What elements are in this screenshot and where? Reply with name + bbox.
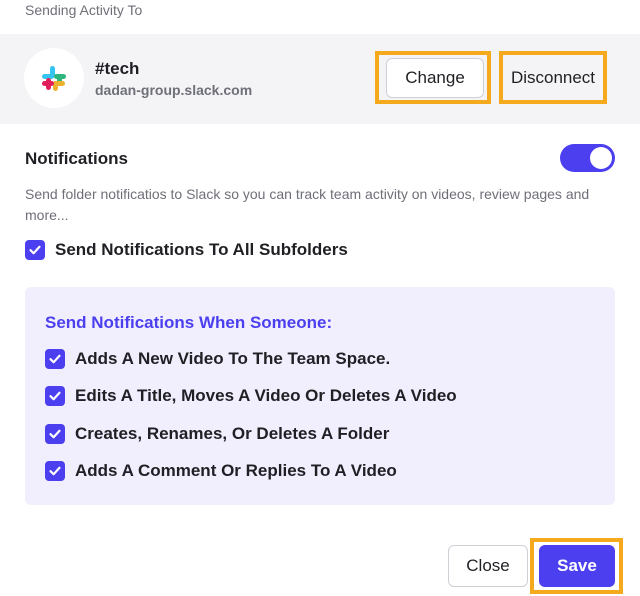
checkmark-icon — [49, 466, 61, 476]
event-option: Creates, Renames, Or Deletes A Folder — [45, 424, 389, 444]
event-label: Edits A Title, Moves A Video Or Deletes … — [75, 386, 457, 405]
event-checkbox[interactable] — [45, 386, 65, 406]
save-button[interactable]: Save — [539, 545, 615, 587]
event-option: Adds A Comment Or Replies To A Video — [45, 461, 397, 481]
checkmark-icon — [29, 245, 41, 255]
event-label: Adds A New Video To The Team Space. — [75, 349, 391, 368]
checkmark-icon — [49, 429, 61, 439]
event-checkbox[interactable] — [45, 461, 65, 481]
section-label: Sending Activity To — [25, 2, 143, 18]
subfolders-option: Send Notifications To All Subfolders — [25, 240, 348, 260]
toggle-knob — [590, 147, 612, 169]
close-button[interactable]: Close — [448, 545, 528, 587]
notifications-toggle[interactable] — [560, 144, 615, 172]
events-panel-title: Send Notifications When Someone: — [45, 313, 333, 332]
change-button[interactable]: Change — [386, 58, 484, 98]
events-panel: Send Notifications When Someone: Adds A … — [25, 287, 615, 505]
slack-logo-icon — [24, 48, 84, 108]
event-checkbox[interactable] — [45, 349, 65, 369]
event-option: Adds A New Video To The Team Space. — [45, 349, 390, 369]
event-checkbox[interactable] — [45, 424, 65, 444]
disconnect-button[interactable]: Disconnect — [504, 58, 602, 98]
notifications-title: Notifications — [25, 149, 128, 168]
subfolders-checkbox[interactable] — [25, 240, 45, 260]
checkmark-icon — [49, 354, 61, 364]
event-option: Edits A Title, Moves A Video Or Deletes … — [45, 386, 457, 406]
checkmark-icon — [49, 391, 61, 401]
event-label: Adds A Comment Or Replies To A Video — [75, 461, 397, 480]
channel-name: #tech — [95, 59, 140, 78]
notifications-description: Send folder notificatios to Slack so you… — [25, 186, 590, 223]
subfolders-label: Send Notifications To All Subfolders — [55, 240, 348, 259]
event-label: Creates, Renames, Or Deletes A Folder — [75, 424, 390, 443]
workspace-url: dadan-group.slack.com — [95, 82, 253, 98]
